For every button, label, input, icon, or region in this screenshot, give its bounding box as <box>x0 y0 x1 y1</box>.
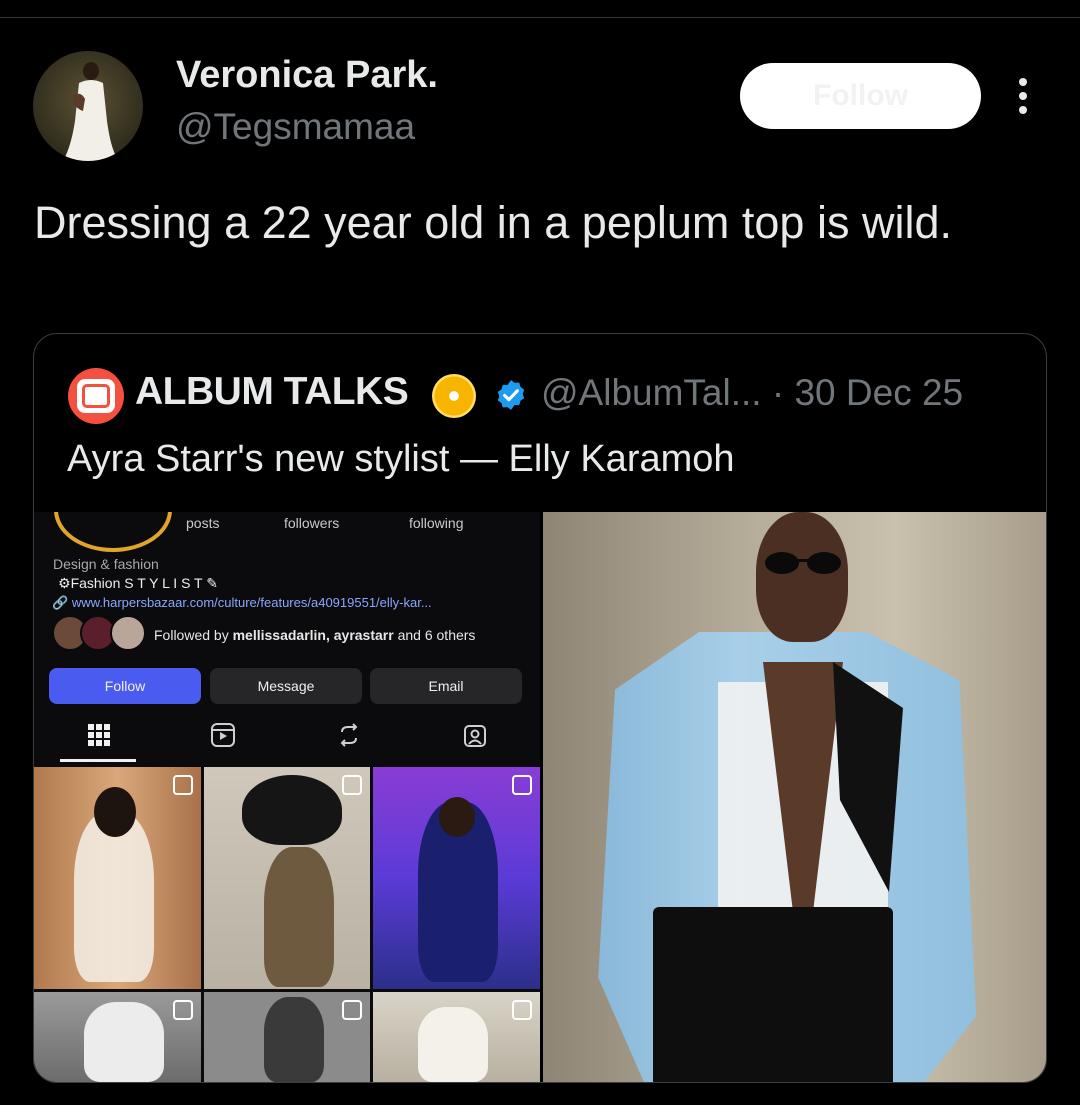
quoted-handle-date: @AlbumTal... · 30 Dec 25 <box>541 372 963 414</box>
more-options-icon[interactable] <box>1008 78 1038 118</box>
top-divider <box>0 17 1080 18</box>
repost-icon <box>340 723 358 747</box>
ig-follower-avatar-3 <box>110 615 146 651</box>
ig-message-button: Message <box>210 668 362 704</box>
ig-email-button: Email <box>370 668 522 704</box>
verified-badge-icon <box>497 380 525 410</box>
stylist-photo[interactable] <box>543 512 1046 1082</box>
ig-stat-posts: posts <box>186 515 220 531</box>
ig-post-tile-1 <box>34 767 201 989</box>
ig-post-tile-2 <box>204 767 370 989</box>
tweet-text: Dressing a 22 year old in a peplum top i… <box>34 197 952 248</box>
ig-post-tile-3 <box>373 767 540 989</box>
mannequin-icon: ⚙ <box>58 575 71 591</box>
ig-bio-category: Design & fashion <box>53 556 159 572</box>
vinyl-disc-icon <box>432 374 476 418</box>
pen-icon: ✎ <box>206 575 218 591</box>
ig-post-tile-6 <box>373 992 540 1082</box>
black-pants <box>653 907 893 1082</box>
head <box>756 512 848 642</box>
quoted-tweet-text: Ayra Starr's new stylist — Elly Karamoh <box>67 438 735 480</box>
link-icon: 🔗 <box>52 595 69 610</box>
ig-followed-by: Followed by mellissadarlin, ayrastarr an… <box>154 627 476 643</box>
ig-post-tile-5 <box>204 992 370 1082</box>
quoted-author-avatar[interactable] <box>68 368 124 424</box>
quoted-tweet-card[interactable]: ALBUM TALKS @AlbumTal... · 30 Dec 25 Ayr… <box>33 333 1047 1083</box>
instagram-profile-image[interactable]: posts followers following Design & fashi… <box>34 512 540 1082</box>
ig-active-tab-indicator <box>60 759 136 762</box>
avatar-photo <box>63 62 119 161</box>
tagged-icon <box>464 725 486 747</box>
ig-profile-picture <box>54 512 172 552</box>
ig-post-tile-4 <box>34 992 201 1082</box>
sunglasses <box>765 552 841 574</box>
reels-icon <box>211 723 235 747</box>
follow-button[interactable]: Follow <box>740 63 981 129</box>
ig-bio-line: ⚙Fashion S T Y L I S T ✎ <box>58 575 218 591</box>
ig-bio-link: 🔗 www.harpersbazaar.com/culture/features… <box>52 595 432 610</box>
ig-follow-button: Follow <box>49 668 201 704</box>
quoted-tweet-date[interactable]: · 30 Dec 25 <box>772 372 963 413</box>
author-name[interactable]: Veronica Park. <box>176 54 438 97</box>
ig-stat-followers: followers <box>284 515 340 531</box>
author-avatar[interactable] <box>33 51 143 161</box>
author-handle[interactable]: @Tegsmamaa <box>176 106 415 148</box>
ig-stat-following: following <box>409 515 464 531</box>
quoted-author-name[interactable]: ALBUM TALKS <box>135 370 409 414</box>
quoted-author-handle[interactable]: @AlbumTal... <box>541 372 762 413</box>
grid-icon <box>88 724 110 746</box>
